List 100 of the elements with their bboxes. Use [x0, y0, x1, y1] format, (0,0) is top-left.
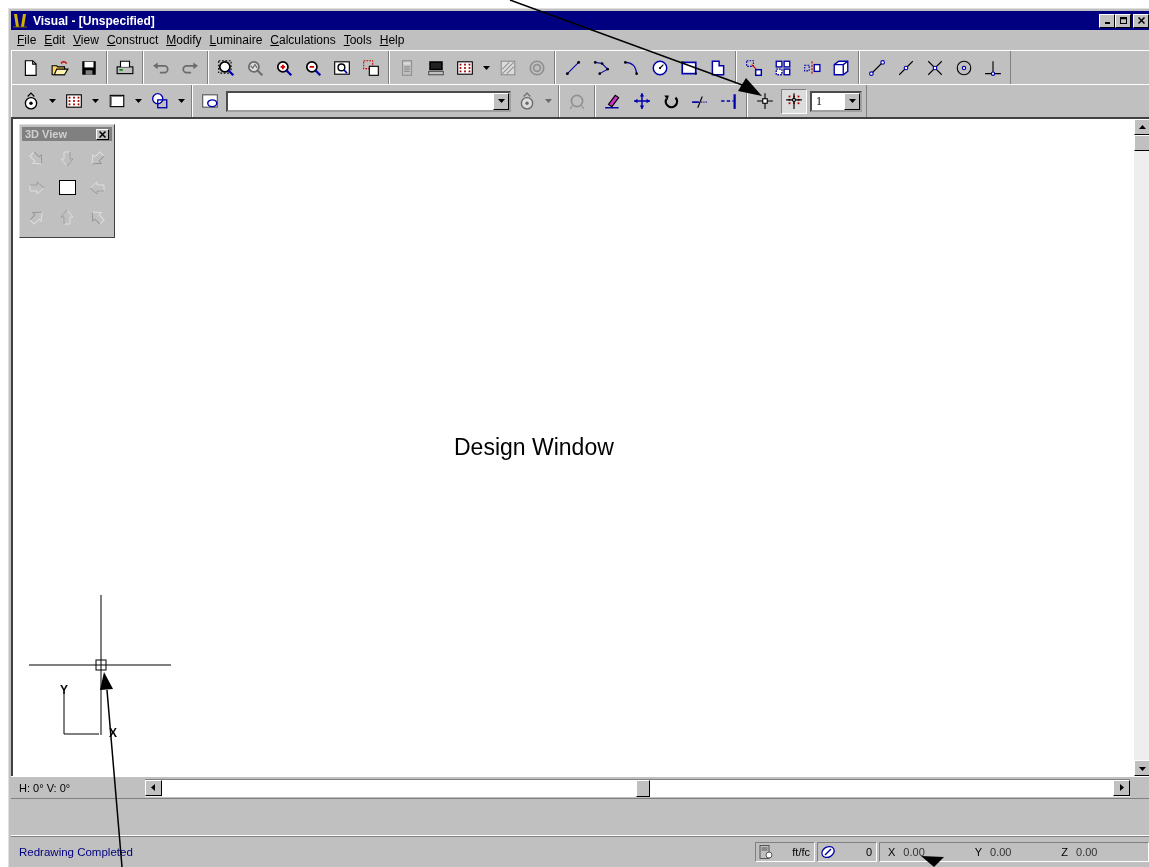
polyline-icon — [593, 58, 611, 77]
caret-icon — [49, 99, 56, 103]
caret-icon — [497, 99, 505, 103]
dropdown-button[interactable] — [493, 92, 509, 110]
maximize-button[interactable] — [1115, 13, 1131, 28]
caret-icon — [848, 99, 856, 103]
coordinate-value: 0.00 — [1076, 846, 1098, 858]
menu-item[interactable]: Tools — [339, 33, 376, 47]
layer-combobox[interactable] — [226, 90, 511, 112]
luminaire-icon — [518, 92, 536, 110]
zoom-previous-icon — [246, 58, 264, 77]
arrow-icon — [89, 150, 105, 167]
scroll-up-button[interactable] — [1134, 119, 1149, 135]
arrow-icon — [89, 208, 105, 225]
minimize-button[interactable] — [1099, 13, 1115, 28]
layer-icon — [201, 92, 219, 110]
close-button[interactable] — [1133, 13, 1149, 28]
zoom-out-icon — [304, 58, 322, 77]
coordinate-axis: X — [888, 846, 896, 858]
endpoint-snap-icon — [868, 58, 886, 77]
units-label: ft/fc — [792, 846, 810, 858]
axis-icon — [63, 693, 100, 735]
view-angles: H: 0° V: 0° — [18, 781, 72, 794]
arrowhead — [921, 856, 944, 867]
ring-icon — [528, 58, 546, 77]
close-button[interactable] — [96, 128, 109, 140]
toolbar-button[interactable] — [781, 88, 807, 114]
zoom-window-icon — [217, 58, 235, 77]
scroll-thumb[interactable] — [1134, 135, 1149, 151]
menu-item[interactable]: Help — [375, 33, 409, 47]
app-logo-icon — [13, 13, 27, 28]
perpendicular-snap-icon — [984, 58, 1002, 77]
calculator-icon — [758, 844, 774, 860]
arrow-icon — [29, 208, 45, 225]
circle-icon — [651, 58, 669, 77]
zoom-extents-icon — [333, 58, 351, 77]
zoom-in-icon — [275, 58, 293, 77]
shapes-icon — [151, 92, 169, 110]
dot-grid-icon — [65, 92, 83, 110]
caret-icon — [178, 99, 185, 103]
caret-icon — [135, 99, 142, 103]
scroll-thumb[interactable] — [636, 779, 650, 797]
coordinate-axis: Y — [974, 846, 982, 858]
rectangle-icon — [108, 92, 126, 110]
palette-title: 3D View — [25, 128, 67, 140]
number-field[interactable]: 1 — [810, 90, 862, 112]
menu-item[interactable]: Construct — [102, 33, 163, 47]
scroll-down-button[interactable] — [1134, 760, 1149, 776]
coordinate-axis: Z — [1061, 846, 1069, 858]
center-snap-icon — [955, 58, 973, 77]
caret-icon — [545, 99, 552, 103]
arc-icon — [622, 58, 640, 77]
monitor-icon — [427, 58, 445, 77]
squares-icon — [774, 58, 792, 77]
dot-grid-icon — [456, 58, 474, 77]
arrow-icon — [59, 208, 75, 225]
coordinate-value: 0.00 — [903, 846, 925, 858]
line-icon — [564, 58, 582, 77]
undo-icon — [152, 61, 170, 74]
mirror-icon — [803, 58, 821, 77]
caret-icon — [483, 65, 490, 70]
menu-item[interactable]: Calculations — [266, 33, 340, 47]
scroll-left-button[interactable] — [145, 779, 162, 796]
arrow-icon — [29, 179, 45, 196]
cube-icon — [832, 58, 850, 77]
move-copy-icon — [745, 58, 763, 77]
new-file-icon — [22, 58, 40, 77]
menu-item[interactable]: File — [13, 33, 41, 47]
menu-item[interactable]: Modify — [162, 33, 206, 47]
grid-snap-icon — [785, 92, 803, 110]
zoom-pan-icon — [362, 58, 380, 77]
redo-icon — [181, 61, 199, 74]
coordinate-value: 0.00 — [990, 846, 1012, 858]
hatch-icon — [499, 58, 517, 77]
menu-item[interactable]: Edit — [40, 33, 70, 47]
window-title: Visual - [Unspecified] — [33, 13, 156, 28]
arrow-icon — [1118, 784, 1125, 791]
arrow-icon — [1139, 123, 1146, 131]
midpoint-snap-icon — [897, 58, 915, 77]
printer-icon — [116, 58, 134, 77]
dropdown-button[interactable] — [844, 92, 860, 110]
close-icon — [1137, 17, 1145, 24]
axis-label: Y — [60, 683, 68, 697]
design-window-label: Design Window — [454, 434, 614, 461]
eraser-icon — [604, 92, 622, 110]
arrow-icon — [1139, 764, 1146, 772]
crosshair-icon — [756, 92, 774, 110]
arrow-icon — [59, 150, 75, 167]
luminaire-icon — [568, 92, 586, 110]
menu-item[interactable]: View — [69, 33, 103, 47]
move-icon — [633, 92, 651, 110]
menu-item[interactable]: Luminaire — [205, 33, 267, 47]
maximize-icon — [1119, 17, 1127, 24]
compass-icon — [820, 844, 836, 860]
arrow-icon — [150, 784, 157, 791]
close-icon — [99, 130, 106, 138]
caret-icon — [92, 99, 99, 103]
scroll-right-button[interactable] — [1113, 779, 1130, 796]
open-folder-icon — [51, 58, 69, 77]
rotate-icon — [662, 92, 680, 110]
